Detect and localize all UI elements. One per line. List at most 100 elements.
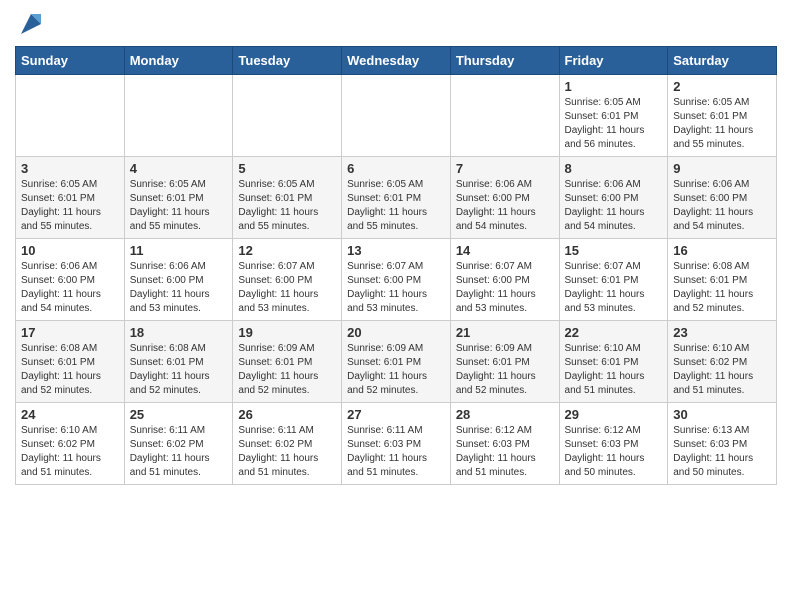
day-number-30: 30: [673, 407, 771, 422]
day-cell-21: 21 Sunrise: 6:09 AM Sunset: 6:01 PM Dayli…: [450, 321, 559, 403]
day-info-6: Sunrise: 6:05 AM Sunset: 6:01 PM Dayligh…: [347, 178, 445, 234]
day-cell-27: 27 Sunrise: 6:11 AM Sunset: 6:03 PM Dayli…: [342, 403, 451, 485]
day-cell-23: 23 Sunrise: 6:10 AM Sunset: 6:02 PM Dayli…: [668, 321, 777, 403]
day-info-18: Sunrise: 6:08 AM Sunset: 6:01 PM Dayligh…: [130, 342, 228, 398]
day-cell-29: 29 Sunrise: 6:12 AM Sunset: 6:03 PM Dayli…: [559, 403, 668, 485]
day-number-10: 10: [21, 243, 119, 258]
day-number-19: 19: [238, 325, 336, 340]
day-number-23: 23: [673, 325, 771, 340]
day-info-2: Sunrise: 6:05 AM Sunset: 6:01 PM Dayligh…: [673, 96, 771, 152]
day-info-21: Sunrise: 6:09 AM Sunset: 6:01 PM Dayligh…: [456, 342, 554, 398]
day-info-22: Sunrise: 6:10 AM Sunset: 6:01 PM Dayligh…: [565, 342, 663, 398]
day-cell-6: 6 Sunrise: 6:05 AM Sunset: 6:01 PM Daylig…: [342, 157, 451, 239]
day-info-3: Sunrise: 6:05 AM Sunset: 6:01 PM Dayligh…: [21, 178, 119, 234]
empty-cell: [450, 75, 559, 157]
day-cell-8: 8 Sunrise: 6:06 AM Sunset: 6:00 PM Daylig…: [559, 157, 668, 239]
day-cell-10: 10 Sunrise: 6:06 AM Sunset: 6:00 PM Dayli…: [16, 239, 125, 321]
day-number-7: 7: [456, 161, 554, 176]
day-number-3: 3: [21, 161, 119, 176]
col-header-monday: Monday: [124, 47, 233, 75]
day-info-27: Sunrise: 6:11 AM Sunset: 6:03 PM Dayligh…: [347, 424, 445, 480]
day-number-1: 1: [565, 79, 663, 94]
calendar-table: SundayMondayTuesdayWednesdayThursdayFrid…: [15, 46, 777, 485]
day-cell-22: 22Sunrise: 6:10 AM Sunset: 6:01 PM Dayli…: [559, 321, 668, 403]
day-cell-11: 11 Sunrise: 6:06 AM Sunset: 6:00 PM Dayli…: [124, 239, 233, 321]
week-row-3: 10 Sunrise: 6:06 AM Sunset: 6:00 PM Dayli…: [16, 239, 777, 321]
day-cell-12: 12Sunrise: 6:07 AM Sunset: 6:00 PM Dayli…: [233, 239, 342, 321]
day-info-7: Sunrise: 6:06 AM Sunset: 6:00 PM Dayligh…: [456, 178, 554, 234]
day-info-13: Sunrise: 6:07 AM Sunset: 6:00 PM Dayligh…: [347, 260, 445, 316]
day-info-10: Sunrise: 6:06 AM Sunset: 6:00 PM Dayligh…: [21, 260, 119, 316]
day-number-28: 28: [456, 407, 554, 422]
day-cell-15: 15 Sunrise: 6:07 AM Sunset: 6:01 PM Dayli…: [559, 239, 668, 321]
day-number-11: 11: [130, 243, 228, 258]
day-cell-1: 1 Sunrise: 6:05 AM Sunset: 6:01 PM Daylig…: [559, 75, 668, 157]
day-info-24: Sunrise: 6:10 AM Sunset: 6:02 PM Dayligh…: [21, 424, 119, 480]
day-info-28: Sunrise: 6:12 AM Sunset: 6:03 PM Dayligh…: [456, 424, 554, 480]
day-cell-14: 14Sunrise: 6:07 AM Sunset: 6:00 PM Dayli…: [450, 239, 559, 321]
day-number-25: 25: [130, 407, 228, 422]
day-cell-30: 30 Sunrise: 6:13 AM Sunset: 6:03 PM Dayli…: [668, 403, 777, 485]
day-cell-19: 19Sunrise: 6:09 AM Sunset: 6:01 PM Dayli…: [233, 321, 342, 403]
day-info-5: Sunrise: 6:05 AM Sunset: 6:01 PM Dayligh…: [238, 178, 336, 234]
day-number-6: 6: [347, 161, 445, 176]
col-header-friday: Friday: [559, 47, 668, 75]
day-info-16: Sunrise: 6:08 AM Sunset: 6:01 PM Dayligh…: [673, 260, 771, 316]
day-info-14: Sunrise: 6:07 AM Sunset: 6:00 PM Dayligh…: [456, 260, 554, 316]
col-header-thursday: Thursday: [450, 47, 559, 75]
header-row: SundayMondayTuesdayWednesdayThursdayFrid…: [16, 47, 777, 75]
day-number-16: 16: [673, 243, 771, 258]
day-info-9: Sunrise: 6:06 AM Sunset: 6:00 PM Dayligh…: [673, 178, 771, 234]
day-cell-24: 24Sunrise: 6:10 AM Sunset: 6:02 PM Dayli…: [16, 403, 125, 485]
day-number-2: 2: [673, 79, 771, 94]
week-row-5: 24Sunrise: 6:10 AM Sunset: 6:02 PM Dayli…: [16, 403, 777, 485]
day-number-8: 8: [565, 161, 663, 176]
day-number-15: 15: [565, 243, 663, 258]
day-cell-9: 9 Sunrise: 6:06 AM Sunset: 6:00 PM Daylig…: [668, 157, 777, 239]
day-cell-13: 13 Sunrise: 6:07 AM Sunset: 6:00 PM Dayli…: [342, 239, 451, 321]
col-header-saturday: Saturday: [668, 47, 777, 75]
logo-icon: [17, 10, 45, 38]
day-number-17: 17: [21, 325, 119, 340]
day-cell-20: 20Sunrise: 6:09 AM Sunset: 6:01 PM Dayli…: [342, 321, 451, 403]
day-number-13: 13: [347, 243, 445, 258]
day-cell-16: 16 Sunrise: 6:08 AM Sunset: 6:01 PM Dayli…: [668, 239, 777, 321]
day-info-30: Sunrise: 6:13 AM Sunset: 6:03 PM Dayligh…: [673, 424, 771, 480]
day-info-23: Sunrise: 6:10 AM Sunset: 6:02 PM Dayligh…: [673, 342, 771, 398]
empty-cell: [233, 75, 342, 157]
day-info-26: Sunrise: 6:11 AM Sunset: 6:02 PM Dayligh…: [238, 424, 336, 480]
header: [15, 10, 777, 38]
empty-cell: [342, 75, 451, 157]
day-info-4: Sunrise: 6:05 AM Sunset: 6:01 PM Dayligh…: [130, 178, 228, 234]
day-info-17: Sunrise: 6:08 AM Sunset: 6:01 PM Dayligh…: [21, 342, 119, 398]
day-cell-25: 25 Sunrise: 6:11 AM Sunset: 6:02 PM Dayli…: [124, 403, 233, 485]
day-cell-3: 3 Sunrise: 6:05 AM Sunset: 6:01 PM Daylig…: [16, 157, 125, 239]
day-cell-4: 4 Sunrise: 6:05 AM Sunset: 6:01 PM Daylig…: [124, 157, 233, 239]
day-cell-17: 17 Sunrise: 6:08 AM Sunset: 6:01 PM Dayli…: [16, 321, 125, 403]
empty-cell: [16, 75, 125, 157]
day-number-18: 18: [130, 325, 228, 340]
day-info-11: Sunrise: 6:06 AM Sunset: 6:00 PM Dayligh…: [130, 260, 228, 316]
logo: [15, 10, 45, 38]
day-number-12: 12: [238, 243, 336, 258]
day-info-25: Sunrise: 6:11 AM Sunset: 6:02 PM Dayligh…: [130, 424, 228, 480]
day-info-29: Sunrise: 6:12 AM Sunset: 6:03 PM Dayligh…: [565, 424, 663, 480]
day-number-9: 9: [673, 161, 771, 176]
day-info-8: Sunrise: 6:06 AM Sunset: 6:00 PM Dayligh…: [565, 178, 663, 234]
day-number-4: 4: [130, 161, 228, 176]
day-number-21: 21: [456, 325, 554, 340]
day-cell-28: 28 Sunrise: 6:12 AM Sunset: 6:03 PM Dayli…: [450, 403, 559, 485]
week-row-1: 1 Sunrise: 6:05 AM Sunset: 6:01 PM Daylig…: [16, 75, 777, 157]
day-cell-26: 26Sunrise: 6:11 AM Sunset: 6:02 PM Dayli…: [233, 403, 342, 485]
day-info-1: Sunrise: 6:05 AM Sunset: 6:01 PM Dayligh…: [565, 96, 663, 152]
day-number-5: 5: [238, 161, 336, 176]
day-number-29: 29: [565, 407, 663, 422]
empty-cell: [124, 75, 233, 157]
day-cell-7: 7 Sunrise: 6:06 AM Sunset: 6:00 PM Daylig…: [450, 157, 559, 239]
page: SundayMondayTuesdayWednesdayThursdayFrid…: [0, 0, 792, 495]
day-cell-5: 5 Sunrise: 6:05 AM Sunset: 6:01 PM Daylig…: [233, 157, 342, 239]
week-row-4: 17 Sunrise: 6:08 AM Sunset: 6:01 PM Dayli…: [16, 321, 777, 403]
day-info-15: Sunrise: 6:07 AM Sunset: 6:01 PM Dayligh…: [565, 260, 663, 316]
day-number-27: 27: [347, 407, 445, 422]
col-header-tuesday: Tuesday: [233, 47, 342, 75]
